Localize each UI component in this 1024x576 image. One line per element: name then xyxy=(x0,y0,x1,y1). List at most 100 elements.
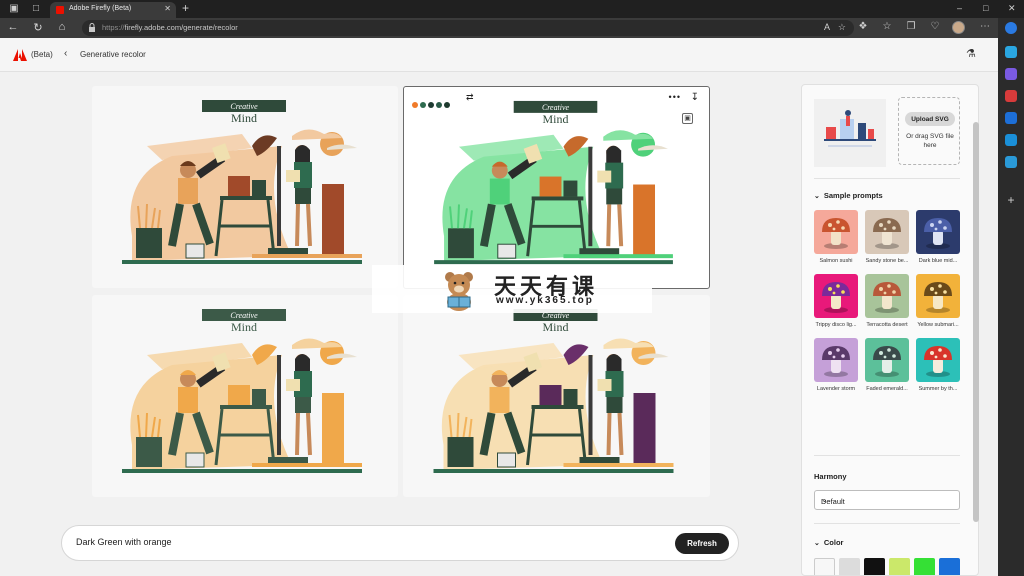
color-swatch[interactable] xyxy=(889,558,910,575)
sample-prompt-tile[interactable] xyxy=(916,210,960,254)
app-header: (Beta) ‹ Generative recolor ⚗ xyxy=(0,38,998,72)
illustration-shape xyxy=(252,389,266,405)
variation-card-3[interactable]: Creative Mind xyxy=(92,295,398,497)
settings-menu-icon[interactable]: ⋯ xyxy=(978,21,992,32)
illustration-shape xyxy=(489,387,510,413)
minimize-icon[interactable]: – xyxy=(957,3,962,13)
color-header[interactable]: ⌄ Color xyxy=(814,538,843,547)
read-aloud-icon[interactable]: A xyxy=(824,22,830,32)
color-swatch[interactable] xyxy=(814,558,835,575)
divider xyxy=(814,455,960,456)
illustration-shape xyxy=(588,146,593,247)
address-bar[interactable]: https://firefly.adobe.com/generate/recol… xyxy=(82,20,854,36)
download-icon[interactable]: ↧ xyxy=(691,92,699,103)
close-tab-icon[interactable]: ✕ xyxy=(164,4,171,13)
bing-chat-icon[interactable] xyxy=(1005,22,1017,34)
illustration-shape xyxy=(136,228,162,258)
illustration-shape xyxy=(220,196,272,200)
close-window-icon[interactable]: ✕ xyxy=(1008,3,1016,14)
color-swatch[interactable] xyxy=(914,558,935,575)
upload-svg-button[interactable]: Upload SVG xyxy=(905,112,955,126)
expand-icon[interactable]: ▣ xyxy=(682,113,693,124)
sample-prompt-tile[interactable] xyxy=(865,274,909,318)
palette-dot xyxy=(412,102,418,108)
more-options-icon[interactable]: ••• xyxy=(669,92,681,102)
games-icon[interactable] xyxy=(1005,90,1017,102)
sample-prompt-tile[interactable] xyxy=(865,338,909,382)
bear-mascot-icon xyxy=(445,272,473,311)
variation-card-2[interactable]: Creative Mind ⇄ ••• ↧ ▣ xyxy=(403,86,710,289)
send-icon[interactable] xyxy=(1005,156,1017,168)
office-icon[interactable] xyxy=(1005,112,1017,124)
mushroom-icon xyxy=(822,282,850,313)
favorite-star-icon[interactable]: ☆ xyxy=(838,22,846,33)
shuffle-icon[interactable]: ⇄ xyxy=(466,92,474,103)
labs-flask-icon[interactable]: ⚗ xyxy=(966,47,976,60)
sample-prompt-tile[interactable] xyxy=(814,338,858,382)
illustration-shape xyxy=(277,355,281,455)
tab-actions-icon[interactable]: □ xyxy=(30,3,42,15)
illustration-shape xyxy=(447,437,474,467)
lock-icon xyxy=(89,23,95,32)
prompt-bar: Refresh xyxy=(61,525,739,561)
recolored-illustration: CreativeMind xyxy=(122,100,362,264)
options-panel: Upload SVG Or drag SVG file here ⌄ Sample… xyxy=(801,84,979,576)
outlook-icon[interactable] xyxy=(1005,134,1017,146)
sample-prompt-label: Terracotta desert xyxy=(866,322,908,328)
illustration-shape xyxy=(185,243,205,259)
illustration-shape xyxy=(322,184,344,256)
sample-prompt-label: Sandy stone be... xyxy=(865,258,909,264)
variation-card-4[interactable]: Creative Mind xyxy=(403,295,710,497)
mushroom-icon xyxy=(822,346,850,377)
illustration-shape xyxy=(539,176,562,197)
illustration-shape xyxy=(286,379,300,391)
home-icon[interactable]: ⌂ xyxy=(55,21,69,33)
extensions-icon[interactable]: ❖ xyxy=(856,21,870,32)
add-sidebar-icon[interactable]: + xyxy=(1005,194,1017,206)
prompt-input[interactable] xyxy=(76,537,636,547)
tag-icon[interactable] xyxy=(1005,46,1017,58)
back-arrow-icon[interactable]: ← xyxy=(6,21,20,33)
card-palette xyxy=(412,95,452,108)
illustration-shape xyxy=(322,393,344,465)
tools-icon[interactable] xyxy=(1005,68,1017,80)
sample-prompt-tile[interactable] xyxy=(916,338,960,382)
illustration-shape xyxy=(588,355,593,455)
edge-sidebar: + xyxy=(998,18,1024,576)
sample-prompt-tile[interactable] xyxy=(814,210,858,254)
svg-drop-zone[interactable]: Upload SVG Or drag SVG file here xyxy=(898,97,960,165)
color-swatch[interactable] xyxy=(939,558,960,575)
refresh-button[interactable]: Refresh xyxy=(675,533,729,554)
performance-icon[interactable]: ♡ xyxy=(928,21,942,32)
profile-avatar[interactable] xyxy=(952,21,965,34)
back-chevron-icon[interactable]: ‹ xyxy=(64,48,67,59)
sample-prompts-header[interactable]: ⌄ Sample prompts xyxy=(814,191,883,200)
illustration-shape xyxy=(497,243,517,259)
sample-prompt-tile[interactable] xyxy=(814,274,858,318)
uploaded-svg-thumbnail[interactable] xyxy=(814,99,886,167)
color-swatch[interactable] xyxy=(839,558,860,575)
illustration-shape xyxy=(295,397,311,413)
new-tab-icon[interactable]: + xyxy=(182,1,189,15)
illustration-shape xyxy=(531,196,584,201)
browser-tab[interactable]: Adobe Firefly (Beta) ✕ xyxy=(50,2,176,18)
banner-word-2: Mind xyxy=(543,112,569,126)
thumbnail-illustration xyxy=(824,110,876,147)
sample-prompt-tile[interactable] xyxy=(865,210,909,254)
maximize-icon[interactable]: □ xyxy=(983,3,988,13)
adobe-logo-icon[interactable] xyxy=(13,49,27,61)
illustration-shape xyxy=(448,228,474,259)
panel-scrollbar[interactable] xyxy=(973,122,979,522)
browser-toolbar: ← ↻ ⌂ https://firefly.adobe.com/generate… xyxy=(0,18,1024,38)
reload-icon[interactable]: ↻ xyxy=(31,21,45,34)
harmony-select[interactable]: Default ⌄ xyxy=(814,490,960,510)
illustration-shape xyxy=(531,405,584,409)
sample-prompt-label: Salmon sushi xyxy=(819,258,853,264)
favorites-icon[interactable]: ☆ xyxy=(880,21,894,32)
collections-icon[interactable]: ❐ xyxy=(904,21,918,32)
workspaces-icon[interactable]: ▣ xyxy=(8,3,20,15)
color-swatch[interactable] xyxy=(864,558,885,575)
banner-word-1: Creative xyxy=(542,103,570,112)
variation-card-1[interactable]: Creative Mind xyxy=(92,86,398,288)
sample-prompt-tile[interactable] xyxy=(916,274,960,318)
